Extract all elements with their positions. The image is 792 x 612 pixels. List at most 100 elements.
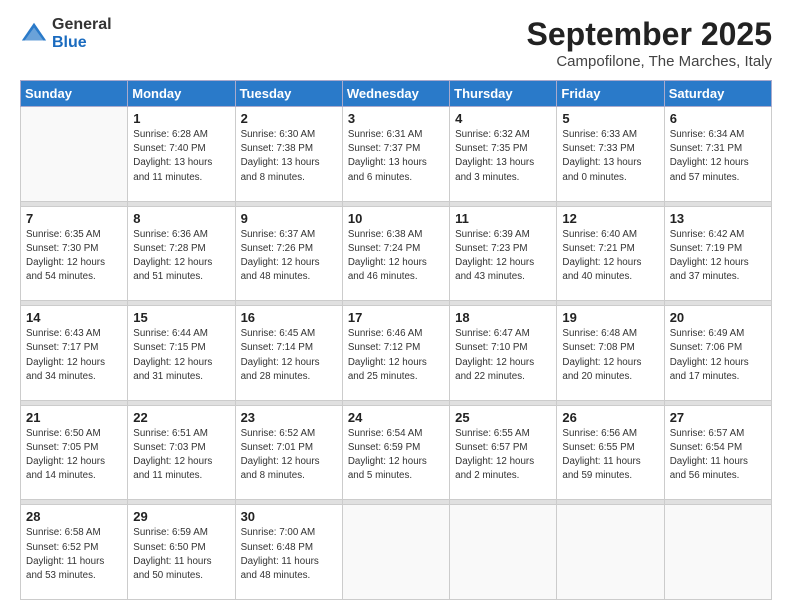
calendar-cell: 28 Sunrise: 6:58 AMSunset: 6:52 PMDayligh… xyxy=(21,505,128,600)
logo-blue-text: Blue xyxy=(52,34,112,52)
day-number: 14 xyxy=(26,310,122,325)
header-tuesday: Tuesday xyxy=(235,81,342,107)
day-info: Sunrise: 6:37 AMSunset: 7:26 PMDaylight:… xyxy=(241,228,337,285)
day-number: 12 xyxy=(562,211,658,226)
calendar-table: Sunday Monday Tuesday Wednesday Thursday… xyxy=(20,80,772,600)
calendar-cell: 8 Sunrise: 6:36 AMSunset: 7:28 PMDaylight… xyxy=(128,206,235,301)
day-info: Sunrise: 6:50 AMSunset: 7:05 PMDaylight:… xyxy=(26,427,122,484)
header: General Blue September 2025 Campofilone,… xyxy=(20,16,772,70)
header-sunday: Sunday xyxy=(21,81,128,107)
day-number: 28 xyxy=(26,509,122,524)
title-block: September 2025 Campofilone, The Marches,… xyxy=(527,16,772,70)
calendar-cell: 16 Sunrise: 6:45 AMSunset: 7:14 PMDayligh… xyxy=(235,306,342,401)
day-number: 4 xyxy=(455,111,551,126)
day-info: Sunrise: 7:00 AMSunset: 6:48 PMDaylight:… xyxy=(241,526,337,583)
calendar-cell: 7 Sunrise: 6:35 AMSunset: 7:30 PMDaylight… xyxy=(21,206,128,301)
logo: General Blue xyxy=(20,16,112,51)
calendar-cell: 10 Sunrise: 6:38 AMSunset: 7:24 PMDayligh… xyxy=(342,206,449,301)
day-info: Sunrise: 6:34 AMSunset: 7:31 PMDaylight:… xyxy=(670,128,766,185)
calendar-header-row: Sunday Monday Tuesday Wednesday Thursday… xyxy=(21,81,772,107)
day-number: 21 xyxy=(26,410,122,425)
day-number: 13 xyxy=(670,211,766,226)
day-number: 24 xyxy=(348,410,444,425)
calendar-cell: 13 Sunrise: 6:42 AMSunset: 7:19 PMDayligh… xyxy=(664,206,771,301)
calendar-title: September 2025 xyxy=(527,16,772,53)
day-number: 22 xyxy=(133,410,229,425)
day-number: 10 xyxy=(348,211,444,226)
day-number: 1 xyxy=(133,111,229,126)
day-info: Sunrise: 6:47 AMSunset: 7:10 PMDaylight:… xyxy=(455,327,551,384)
calendar-cell: 25Sunrise: 6:55 AMSunset: 6:57 PMDayligh… xyxy=(450,405,557,500)
calendar-row: 21 Sunrise: 6:50 AMSunset: 7:05 PMDayligh… xyxy=(21,405,772,500)
day-number: 7 xyxy=(26,211,122,226)
header-saturday: Saturday xyxy=(664,81,771,107)
day-number: 2 xyxy=(241,111,337,126)
logo-icon xyxy=(20,20,48,48)
calendar-row: 1 Sunrise: 6:28 AMSunset: 7:40 PMDaylight… xyxy=(21,107,772,202)
calendar-row: 7 Sunrise: 6:35 AMSunset: 7:30 PMDaylight… xyxy=(21,206,772,301)
calendar-subtitle: Campofilone, The Marches, Italy xyxy=(527,53,772,70)
day-info: Sunrise: 6:44 AMSunset: 7:15 PMDaylight:… xyxy=(133,327,229,384)
day-info: Sunrise: 6:32 AMSunset: 7:35 PMDaylight:… xyxy=(455,128,551,185)
day-info: Sunrise: 6:28 AMSunset: 7:40 PMDaylight:… xyxy=(133,128,229,185)
day-info: Sunrise: 6:31 AMSunset: 7:37 PMDaylight:… xyxy=(348,128,444,185)
day-info: Sunrise: 6:36 AMSunset: 7:28 PMDaylight:… xyxy=(133,228,229,285)
calendar-cell: 22Sunrise: 6:51 AMSunset: 7:03 PMDayligh… xyxy=(128,405,235,500)
day-number: 3 xyxy=(348,111,444,126)
calendar-cell: 21 Sunrise: 6:50 AMSunset: 7:05 PMDayligh… xyxy=(21,405,128,500)
calendar-cell xyxy=(342,505,449,600)
day-info: Sunrise: 6:48 AMSunset: 7:08 PMDaylight:… xyxy=(562,327,658,384)
calendar-cell xyxy=(450,505,557,600)
calendar-cell: 18 Sunrise: 6:47 AMSunset: 7:10 PMDayligh… xyxy=(450,306,557,401)
day-number: 9 xyxy=(241,211,337,226)
day-number: 30 xyxy=(241,509,337,524)
day-number: 19 xyxy=(562,310,658,325)
calendar-cell: 14 Sunrise: 6:43 AMSunset: 7:17 PMDayligh… xyxy=(21,306,128,401)
day-number: 18 xyxy=(455,310,551,325)
day-info: Sunrise: 6:33 AMSunset: 7:33 PMDaylight:… xyxy=(562,128,658,185)
day-info: Sunrise: 6:38 AMSunset: 7:24 PMDaylight:… xyxy=(348,228,444,285)
day-info: Sunrise: 6:52 AMSunset: 7:01 PMDaylight:… xyxy=(241,427,337,484)
day-info: Sunrise: 6:55 AMSunset: 6:57 PMDaylight:… xyxy=(455,427,551,484)
day-info: Sunrise: 6:58 AMSunset: 6:52 PMDaylight:… xyxy=(26,526,122,583)
calendar-cell: 17Sunrise: 6:46 AMSunset: 7:12 PMDayligh… xyxy=(342,306,449,401)
calendar-cell: 11 Sunrise: 6:39 AMSunset: 7:23 PMDayligh… xyxy=(450,206,557,301)
calendar-cell xyxy=(557,505,664,600)
calendar-cell: 2 Sunrise: 6:30 AMSunset: 7:38 PMDaylight… xyxy=(235,107,342,202)
day-info: Sunrise: 6:56 AMSunset: 6:55 PMDaylight:… xyxy=(562,427,658,484)
day-number: 8 xyxy=(133,211,229,226)
calendar-cell: 30 Sunrise: 7:00 AMSunset: 6:48 PMDayligh… xyxy=(235,505,342,600)
calendar-cell: 27Sunrise: 6:57 AMSunset: 6:54 PMDayligh… xyxy=(664,405,771,500)
day-info: Sunrise: 6:49 AMSunset: 7:06 PMDaylight:… xyxy=(670,327,766,384)
day-info: Sunrise: 6:39 AMSunset: 7:23 PMDaylight:… xyxy=(455,228,551,285)
day-number: 29 xyxy=(133,509,229,524)
day-info: Sunrise: 6:42 AMSunset: 7:19 PMDaylight:… xyxy=(670,228,766,285)
calendar-cell xyxy=(664,505,771,600)
day-number: 26 xyxy=(562,410,658,425)
day-info: Sunrise: 6:59 AMSunset: 6:50 PMDaylight:… xyxy=(133,526,229,583)
calendar-cell: 15Sunrise: 6:44 AMSunset: 7:15 PMDayligh… xyxy=(128,306,235,401)
day-number: 16 xyxy=(241,310,337,325)
header-thursday: Thursday xyxy=(450,81,557,107)
calendar-row: 14 Sunrise: 6:43 AMSunset: 7:17 PMDayligh… xyxy=(21,306,772,401)
page: General Blue September 2025 Campofilone,… xyxy=(0,0,792,612)
calendar-cell: 4 Sunrise: 6:32 AMSunset: 7:35 PMDaylight… xyxy=(450,107,557,202)
day-info: Sunrise: 6:30 AMSunset: 7:38 PMDaylight:… xyxy=(241,128,337,185)
day-info: Sunrise: 6:35 AMSunset: 7:30 PMDaylight:… xyxy=(26,228,122,285)
day-number: 11 xyxy=(455,211,551,226)
calendar-cell: 6Sunrise: 6:34 AMSunset: 7:31 PMDaylight… xyxy=(664,107,771,202)
calendar-cell: 9 Sunrise: 6:37 AMSunset: 7:26 PMDaylight… xyxy=(235,206,342,301)
day-info: Sunrise: 6:45 AMSunset: 7:14 PMDaylight:… xyxy=(241,327,337,384)
calendar-cell xyxy=(21,107,128,202)
calendar-cell: 26 Sunrise: 6:56 AMSunset: 6:55 PMDayligh… xyxy=(557,405,664,500)
header-monday: Monday xyxy=(128,81,235,107)
calendar-cell: 24 Sunrise: 6:54 AMSunset: 6:59 PMDayligh… xyxy=(342,405,449,500)
header-friday: Friday xyxy=(557,81,664,107)
day-info: Sunrise: 6:54 AMSunset: 6:59 PMDaylight:… xyxy=(348,427,444,484)
day-info: Sunrise: 6:43 AMSunset: 7:17 PMDaylight:… xyxy=(26,327,122,384)
calendar-cell: 5Sunrise: 6:33 AMSunset: 7:33 PMDaylight… xyxy=(557,107,664,202)
day-number: 23 xyxy=(241,410,337,425)
day-number: 27 xyxy=(670,410,766,425)
day-info: Sunrise: 6:40 AMSunset: 7:21 PMDaylight:… xyxy=(562,228,658,285)
calendar-cell: 1 Sunrise: 6:28 AMSunset: 7:40 PMDaylight… xyxy=(128,107,235,202)
